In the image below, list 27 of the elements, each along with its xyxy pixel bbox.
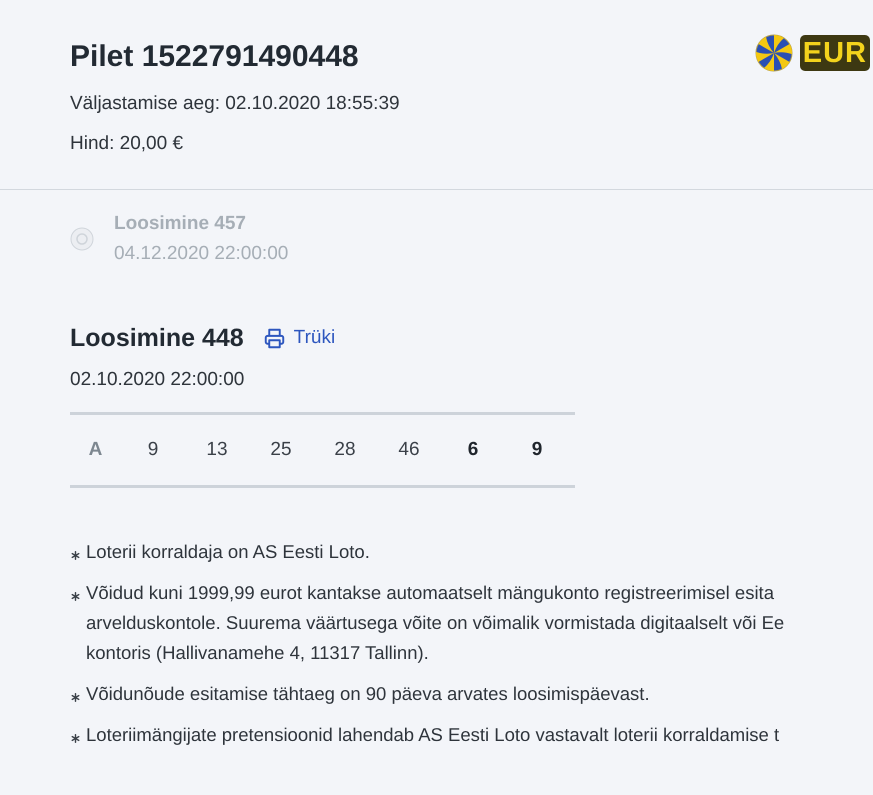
printer-icon (264, 328, 285, 348)
asterisk-icon (71, 592, 80, 601)
logo-wordmark: EUR (800, 35, 870, 71)
asterisk-icon (71, 551, 80, 560)
note-text: Loterii korraldaja on AS Eesti Loto. (86, 540, 370, 564)
issue-time: Väljastamise aeg: 02.10.2020 18:55:39 (70, 92, 400, 116)
ticket-title: Pilet 1522791490448 (70, 39, 359, 75)
asterisk-icon (71, 693, 80, 702)
draw-date: 02.10.2020 22:00:00 (70, 368, 244, 392)
draw-title: Loosimine 457 (114, 212, 246, 236)
number-cell-text: 28 (333, 439, 357, 461)
number-cell-text: 6 (466, 439, 480, 461)
number-cell-text: 46 (397, 439, 421, 461)
note-text: Võidunõude esitamise tähtaeg on 90 päeva arvates loosimispäevast. (86, 682, 650, 706)
number-cell-text: 9 (146, 439, 160, 461)
draw-date: 04.12.2020 22:00:00 (114, 242, 288, 266)
number-cell-text: 25 (269, 439, 293, 461)
note-text: Loteriimängijate pretensioonid lahendab AS Eesti Loto vastavalt loterii korraldamise t (86, 723, 780, 747)
draw-heading: Loosimine 448 (70, 323, 244, 354)
row-label: A (88, 439, 104, 461)
note-text: Võidud kuni 1999,99 eurot kantakse automaatselt mängukonto registreerimisel esita arvelduskontole. Suurema väärtusega võite on võimalik vormistada digitaalselt või Ee kontoris (Hallivanamehe 4, 11317 Tallinn). (86, 581, 784, 665)
number-cell-text: 9 (530, 439, 544, 461)
number-cell-text: 13 (205, 439, 229, 461)
ticket-price: Hind: 20,00 € (70, 132, 184, 156)
logo-ball-icon (754, 34, 793, 72)
print-link[interactable]: Trüki (264, 326, 336, 350)
asterisk-icon (71, 734, 80, 743)
